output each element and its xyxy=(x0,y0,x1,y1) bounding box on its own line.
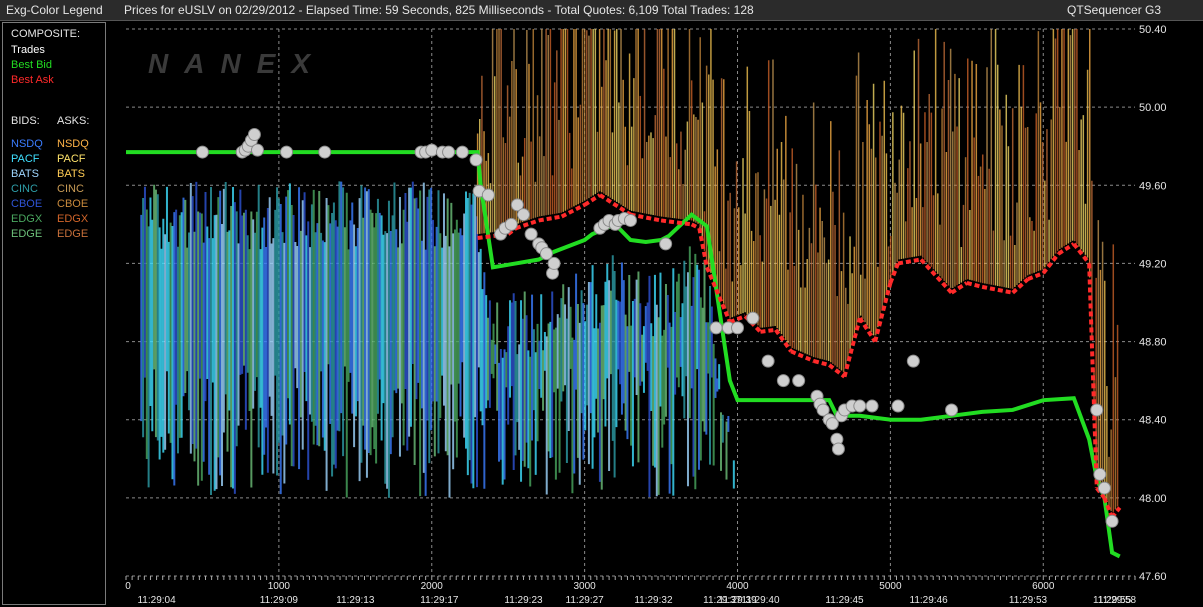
trade-point xyxy=(731,321,745,335)
trade-point xyxy=(280,145,294,159)
trade-point xyxy=(709,321,723,335)
x-tick-marks xyxy=(125,576,1136,580)
trade-point xyxy=(624,213,637,227)
trade-point xyxy=(250,143,264,157)
legend-bid-cinc: CINC xyxy=(11,183,38,195)
legend-bid-edgx: EDGX xyxy=(11,213,43,225)
trade-point xyxy=(425,143,439,157)
trade-point xyxy=(1093,467,1107,481)
x-axis-labels: 0 1000 2000 3000 4000 5000 6000 xyxy=(125,581,1055,592)
time-label: 11:29:04 xyxy=(137,595,176,606)
composite-title: COMPOSITE: xyxy=(11,28,81,40)
time-label: 11:29:58 xyxy=(1098,595,1137,606)
time-label: 11:29:45 xyxy=(825,595,864,606)
time-label: 11:29:46 xyxy=(910,595,949,606)
x-tick-label: 3000 xyxy=(574,581,597,592)
x-tick-label: 4000 xyxy=(726,581,749,592)
time-label: 11:29:13 xyxy=(336,595,375,606)
legend-bid-cboe: CBOE xyxy=(11,198,43,210)
x-tick-label: 2000 xyxy=(421,581,444,592)
trade-point xyxy=(1097,481,1111,495)
time-label: 11:29:27 xyxy=(566,595,605,606)
trade-point xyxy=(481,188,495,202)
legend-ask-edge: EDGE xyxy=(57,228,89,240)
legend-ask-edgx: EDGX xyxy=(57,213,89,225)
trade-point xyxy=(761,354,775,368)
trade-point xyxy=(516,208,530,222)
trade-point xyxy=(442,145,456,159)
legend-ask-pacf: PACF xyxy=(57,153,86,165)
legend-panel: COMPOSITE: BIDS: ASKS: Trades Best Bid Bes… xyxy=(2,22,106,605)
trade-point xyxy=(318,145,332,159)
legend-bid-edge: EDGE xyxy=(11,228,43,240)
legend-composite-trades: Trades xyxy=(11,44,45,56)
trade-point xyxy=(195,145,209,159)
y-tick-label: 50.40 xyxy=(1139,24,1167,36)
x-tick-label: 6000 xyxy=(1032,581,1055,592)
price-chart: NANEX 47.60 48.00 48.40 48.80 49.20 49.60 50.00… xyxy=(125,24,1167,606)
time-label: 11:29:23 xyxy=(504,595,543,606)
time-label: 11:29:09 xyxy=(260,595,299,606)
trade-point xyxy=(776,374,790,388)
asks-title: ASKS: xyxy=(57,115,90,127)
legend-header: Exg-Color Legend xyxy=(6,3,103,17)
trade-point xyxy=(831,442,845,456)
y-tick-label: 50.00 xyxy=(1139,102,1167,114)
legend-composite-best-ask: Best Ask xyxy=(11,74,54,86)
x-tick-label: 0 xyxy=(125,581,131,592)
trade-point xyxy=(865,399,879,413)
trade-point xyxy=(247,127,261,141)
legend-ask-cinc: CINC xyxy=(57,183,84,195)
y-axis-labels: 47.60 48.00 48.40 48.80 49.20 49.60 50.00 50.40 xyxy=(1139,24,1167,583)
trade-point xyxy=(906,354,920,368)
y-tick-label: 48.40 xyxy=(1139,415,1167,427)
trade-point xyxy=(547,256,561,270)
trade-point xyxy=(945,403,959,417)
watermark: NANEX xyxy=(148,48,326,79)
time-labels: 11:29:04 11:29:09 11:29:13 11:29:17 11:29:23… xyxy=(137,595,1136,606)
trade-point xyxy=(1090,403,1104,417)
app-window: Exg-Color Legend Prices for eUSLV on 02/… xyxy=(0,0,1203,607)
app-name: QTSequencer G3 xyxy=(1067,3,1162,17)
y-tick-label: 47.60 xyxy=(1139,571,1167,583)
trade-point xyxy=(455,145,469,159)
legend-bid-bats: BATS xyxy=(11,168,39,180)
y-tick-label: 48.00 xyxy=(1139,493,1167,505)
legend-ask-cboe: CBOE xyxy=(57,198,89,210)
legend-ask-nsdq: NSDQ xyxy=(57,138,89,150)
legend-composite-best-bid: Best Bid xyxy=(11,59,52,71)
trade-point xyxy=(746,311,760,325)
bids-title: BIDS: xyxy=(11,115,40,127)
legend-ask-bats: BATS xyxy=(57,168,85,180)
trade-point xyxy=(891,399,905,413)
time-label: 11:29:40 xyxy=(741,595,780,606)
trade-point xyxy=(659,237,673,251)
trade-point xyxy=(469,153,483,167)
chart-title: Prices for eUSLV on 02/29/2012 - Elapsed… xyxy=(124,3,754,17)
y-tick-label: 49.60 xyxy=(1139,180,1167,192)
trade-point xyxy=(853,399,867,413)
title-bar: Exg-Color Legend Prices for eUSLV on 02/… xyxy=(0,0,1203,21)
trade-point xyxy=(1105,514,1119,528)
time-label: 11:29:17 xyxy=(420,595,459,606)
legend-bid-nsdq: NSDQ xyxy=(11,138,43,150)
legend-bid-pacf: PACF xyxy=(11,153,40,165)
trade-point xyxy=(792,374,806,388)
trade-point xyxy=(504,217,518,231)
time-label: 11:29:53 xyxy=(1009,595,1048,606)
time-label: 11:29:32 xyxy=(634,595,673,606)
trade-point xyxy=(524,227,538,241)
x-tick-label: 1000 xyxy=(268,581,291,592)
trade-point xyxy=(539,247,553,261)
x-tick-label: 5000 xyxy=(879,581,902,592)
y-tick-label: 49.20 xyxy=(1139,258,1167,270)
y-tick-label: 48.80 xyxy=(1139,337,1167,349)
